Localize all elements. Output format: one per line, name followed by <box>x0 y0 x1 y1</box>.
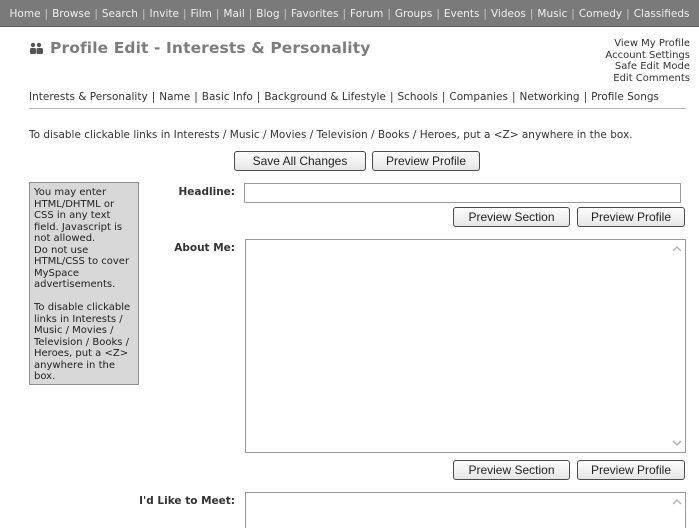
subnav-separator: | <box>151 91 156 103</box>
nav-separator: | <box>94 7 98 20</box>
subnav-separator: | <box>256 91 261 103</box>
nav-link-search[interactable]: Search <box>102 8 138 20</box>
nav-link-blog[interactable]: Blog <box>256 8 279 20</box>
subnav-separator: | <box>441 91 446 103</box>
preview-section-button-about[interactable]: Preview Section <box>453 460 570 480</box>
scroll-down-icon[interactable] <box>672 439 682 447</box>
like-to-meet-scrollbar[interactable] <box>669 493 685 528</box>
tab-profile-songs[interactable]: Profile Songs <box>591 91 659 103</box>
nav-separator: | <box>626 7 630 20</box>
tab-basic-info[interactable]: Basic Info <box>202 91 253 103</box>
nav-separator: | <box>248 7 253 20</box>
nav-separator: | <box>44 7 49 20</box>
top-nav-bar: Home | Browse | Search | Invite | Film | Mail | Blog… <box>0 0 699 27</box>
preview-profile-button-headline[interactable]: Preview Profile <box>577 207 685 227</box>
nav-link-favorites[interactable]: Favorites <box>291 8 338 20</box>
scroll-up-icon[interactable] <box>672 245 682 253</box>
headline-label: Headline: <box>178 186 235 198</box>
save-all-changes-button[interactable]: Save All Changes <box>234 151 366 171</box>
safe-edit-mode-link[interactable]: Safe Edit Mode <box>605 61 690 73</box>
about-me-scrollbar[interactable] <box>669 240 685 452</box>
nav-separator: | <box>483 7 487 20</box>
nav-link-comedy[interactable]: Comedy <box>579 8 622 20</box>
nav-separator: | <box>283 7 288 20</box>
nav-link-home[interactable]: Home <box>10 8 41 20</box>
nav-link-classifieds[interactable]: Classifieds <box>634 8 690 20</box>
account-links: View My Profile Account Settings Safe Ed… <box>605 38 690 84</box>
nav-link-videos[interactable]: Videos <box>491 8 526 20</box>
nav-link-film[interactable]: Film <box>191 8 212 20</box>
edit-comments-link[interactable]: Edit Comments <box>605 73 690 85</box>
tab-interests-personality[interactable]: Interests & Personality <box>29 91 148 103</box>
tab-background-lifestyle[interactable]: Background & Lifestyle <box>264 91 386 103</box>
nav-separator: | <box>436 7 440 20</box>
preview-profile-button-about[interactable]: Preview Profile <box>577 460 685 480</box>
nav-link-browse[interactable]: Browse <box>52 8 90 20</box>
tab-schools[interactable]: Schools <box>397 91 437 103</box>
nav-link-invite[interactable]: Invite <box>150 8 179 20</box>
subnav-separator: | <box>389 91 394 103</box>
tab-networking[interactable]: Networking <box>520 91 580 103</box>
html-help-box: You may enter HTML/DHTML or CSS in any t… <box>29 182 139 385</box>
about-me-textarea[interactable] <box>245 239 686 453</box>
headline-input[interactable] <box>244 183 681 203</box>
nav-separator: | <box>182 7 187 20</box>
nav-link-forum[interactable]: Forum <box>350 8 383 20</box>
users-icon <box>30 42 43 54</box>
tab-name[interactable]: Name <box>159 91 190 103</box>
page-title-text: Profile Edit - Interests & Personality <box>50 39 371 57</box>
divider <box>29 108 686 109</box>
nav-separator: | <box>571 7 575 20</box>
preview-section-button-headline[interactable]: Preview Section <box>453 207 570 227</box>
like-to-meet-label: I'd Like to Meet: <box>139 495 235 507</box>
disable-links-notice: To disable clickable links in Interests … <box>29 129 633 141</box>
nav-separator: | <box>342 7 347 20</box>
top-nav-links: Home | Browse | Search | Invite | Film | Mail | Blog… <box>0 0 699 27</box>
nav-link-groups[interactable]: Groups <box>395 8 432 20</box>
view-my-profile-link[interactable]: View My Profile <box>605 38 690 50</box>
profile-edit-tabs: Interests & Personality | Name | Basic Info |… <box>29 91 659 103</box>
nav-link-events[interactable]: Events <box>444 8 480 20</box>
subnav-separator: | <box>194 91 198 103</box>
scroll-up-icon[interactable] <box>672 498 682 506</box>
nav-link-music[interactable]: Music <box>537 8 567 20</box>
nav-separator: | <box>529 7 534 20</box>
tab-companies[interactable]: Companies <box>449 91 508 103</box>
nav-link-mail[interactable]: Mail <box>223 8 244 20</box>
nav-separator: | <box>387 7 391 20</box>
nav-separator: | <box>215 7 220 20</box>
account-settings-link[interactable]: Account Settings <box>605 50 690 62</box>
subnav-separator: | <box>583 91 588 103</box>
nav-separator: | <box>141 7 146 20</box>
about-me-label: About Me: <box>174 242 235 254</box>
preview-profile-button[interactable]: Preview Profile <box>372 151 480 171</box>
subnav-separator: | <box>511 91 516 103</box>
like-to-meet-textarea[interactable] <box>245 492 686 528</box>
page-title: Profile Edit - Interests & Personality <box>29 38 370 58</box>
